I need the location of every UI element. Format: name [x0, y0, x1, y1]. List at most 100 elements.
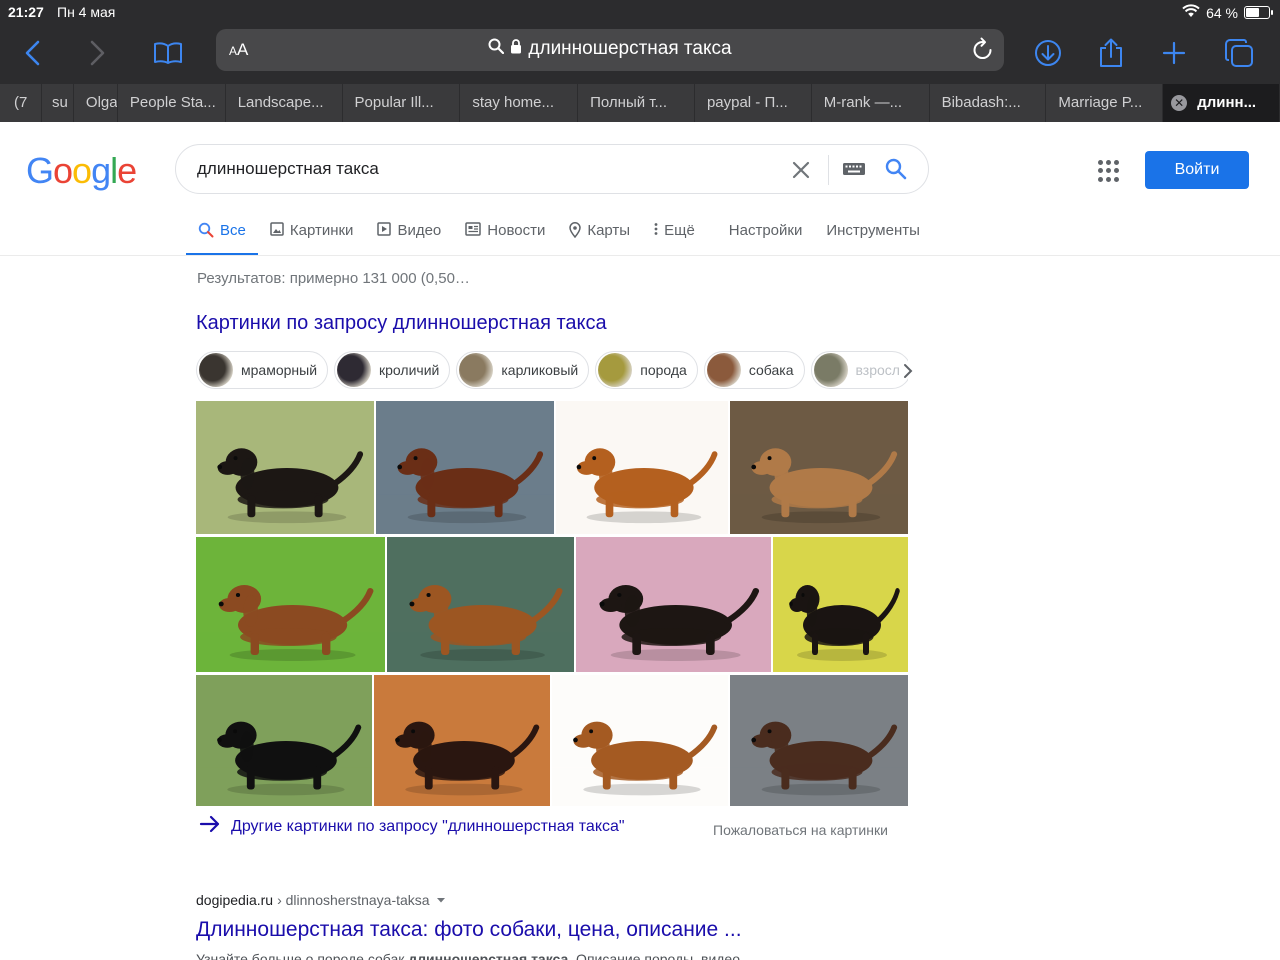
dachshund-photo	[196, 675, 372, 806]
chip[interactable]: карликовый	[456, 351, 590, 389]
dachshund-photo	[387, 537, 574, 672]
tab-images[interactable]: Картинки	[258, 212, 366, 256]
result-domain: dogipedia.ru	[196, 892, 274, 908]
chip[interactable]: порода	[595, 351, 698, 389]
chip-thumbnail	[337, 353, 372, 387]
dachshund-photo	[730, 675, 908, 806]
chip[interactable]: собака	[703, 351, 805, 389]
tab-news[interactable]: Новости	[453, 212, 557, 256]
image-result[interactable]	[376, 401, 554, 534]
image-result[interactable]	[552, 675, 728, 806]
dachshund-photo	[552, 675, 728, 806]
sign-in-button[interactable]: Войти	[1145, 151, 1249, 189]
search-icon[interactable]	[884, 157, 908, 186]
wifi-icon	[1182, 4, 1200, 21]
forward-icon[interactable]	[78, 34, 116, 72]
map-pin-icon	[569, 222, 582, 242]
browser-tab[interactable]: People Sta...	[118, 84, 226, 122]
tab-all[interactable]: Все	[186, 212, 258, 256]
chip-thumbnail	[199, 353, 233, 387]
tab-settings[interactable]: Настройки	[717, 212, 815, 256]
lock-icon	[510, 38, 522, 60]
tab-bar: (7 su Olga People Sta... Landscape... Po…	[0, 84, 1280, 122]
browser-tab[interactable]: Olga	[74, 84, 118, 122]
share-icon[interactable]	[1092, 34, 1130, 72]
logo-letter: G	[26, 150, 54, 191]
status-date: Пн 4 мая	[57, 4, 116, 20]
browser-tab[interactable]: paypal - П...	[695, 84, 812, 122]
tab-label: Видео	[397, 222, 442, 239]
result-stats: Результатов: примерно 131 000 (0,50…	[197, 270, 470, 287]
new-tab-icon[interactable]	[1155, 34, 1193, 72]
image-result[interactable]	[196, 401, 374, 534]
arrow-right-icon	[199, 815, 221, 838]
status-time: 21:27	[8, 4, 44, 20]
browser-tab[interactable]: Popular Ill...	[343, 84, 461, 122]
downloads-icon[interactable]	[1029, 34, 1067, 72]
logo-letter: o	[53, 150, 73, 191]
tab-video[interactable]: Видео	[365, 212, 453, 256]
search-nav: Все Картинки Видео Новости Карты Ещё Нас…	[186, 212, 932, 256]
browser-tab-active[interactable]: ✕ длинн...	[1163, 84, 1280, 122]
image-result[interactable]	[196, 675, 372, 806]
keyboard-icon[interactable]	[842, 160, 866, 183]
search-box[interactable]: длинношерстная такса	[175, 144, 929, 194]
browser-tab[interactable]: Полный т...	[578, 84, 695, 122]
address-bar[interactable]: AA длинношерстная такса	[216, 29, 1004, 71]
chip-thumbnail	[706, 353, 741, 387]
battery-percent: 64 %	[1206, 4, 1238, 21]
reload-icon[interactable]	[972, 37, 994, 66]
browser-tab[interactable]: Landscape...	[226, 84, 343, 122]
browser-tab[interactable]: M-rank —...	[812, 84, 930, 122]
snippet-text: . Описание породы, видео	[568, 951, 741, 960]
news-icon	[465, 222, 482, 240]
tab-maps[interactable]: Карты	[557, 212, 642, 256]
more-images-link[interactable]: Другие картинки по запросу "длинношерстн…	[199, 815, 625, 838]
back-icon[interactable]	[14, 34, 52, 72]
browser-chrome: 21:27 Пн 4 мая 64 % AA длинношерстная та…	[0, 0, 1280, 122]
close-tab-icon[interactable]: ✕	[1171, 95, 1188, 111]
image-result[interactable]	[773, 537, 908, 672]
related-chips: мраморный кроличий карликовый порода соб…	[196, 351, 908, 391]
bookmarks-icon[interactable]	[149, 34, 187, 72]
chip[interactable]: мраморный	[196, 351, 329, 389]
images-heading-link[interactable]: Картинки по запросу длинношерстная такса	[196, 312, 607, 335]
image-result[interactable]	[730, 675, 908, 806]
browser-tab[interactable]: Marriage P...	[1046, 84, 1164, 122]
image-result[interactable]	[556, 401, 728, 534]
tabs-overview-icon[interactable]	[1220, 34, 1258, 72]
tab-more[interactable]: Ещё	[642, 212, 707, 256]
clear-icon[interactable]	[788, 157, 814, 188]
image-result[interactable]	[730, 401, 908, 534]
image-result[interactable]	[576, 537, 771, 672]
browser-tab[interactable]: (7	[0, 84, 42, 122]
image-result[interactable]	[196, 537, 385, 672]
battery-fill	[1246, 8, 1259, 17]
chip[interactable]: взросл	[810, 351, 908, 389]
apps-grid-icon[interactable]	[1098, 160, 1120, 182]
snippet-highlight: длинношерстная такса	[408, 951, 569, 960]
browser-tab[interactable]: su	[42, 84, 74, 122]
image-result[interactable]	[387, 537, 574, 672]
google-logo[interactable]: Google	[26, 150, 137, 192]
logo-letter: e	[117, 150, 137, 191]
chevron-right-icon[interactable]	[902, 361, 914, 386]
dachshund-photo	[376, 401, 554, 534]
more-vert-icon	[654, 222, 658, 240]
tab-tools[interactable]: Инструменты	[814, 212, 932, 256]
chip[interactable]: кроличий	[334, 351, 451, 389]
tab-label: Инструменты	[826, 222, 920, 239]
address-field[interactable]: длинношерстная такса	[216, 38, 1004, 60]
dachshund-photo	[730, 401, 908, 534]
browser-tab[interactable]: Bibadash:...	[930, 84, 1047, 122]
caret-down-icon[interactable]	[434, 892, 448, 908]
result-title-link[interactable]: Длинношерстная такса: фото собаки, цена,…	[196, 918, 742, 942]
chip-label: карликовый	[501, 362, 579, 378]
search-icon	[198, 222, 214, 242]
search-input[interactable]: длинношерстная такса	[197, 159, 379, 179]
report-images-link[interactable]: Пожаловаться на картинки	[713, 822, 888, 838]
image-result[interactable]	[374, 675, 550, 806]
result-breadcrumb[interactable]: dogipedia.ru › dlinnosherstnaya-taksa	[196, 892, 448, 908]
chip-thumbnail	[598, 353, 633, 387]
browser-tab[interactable]: stay home...	[460, 84, 579, 122]
